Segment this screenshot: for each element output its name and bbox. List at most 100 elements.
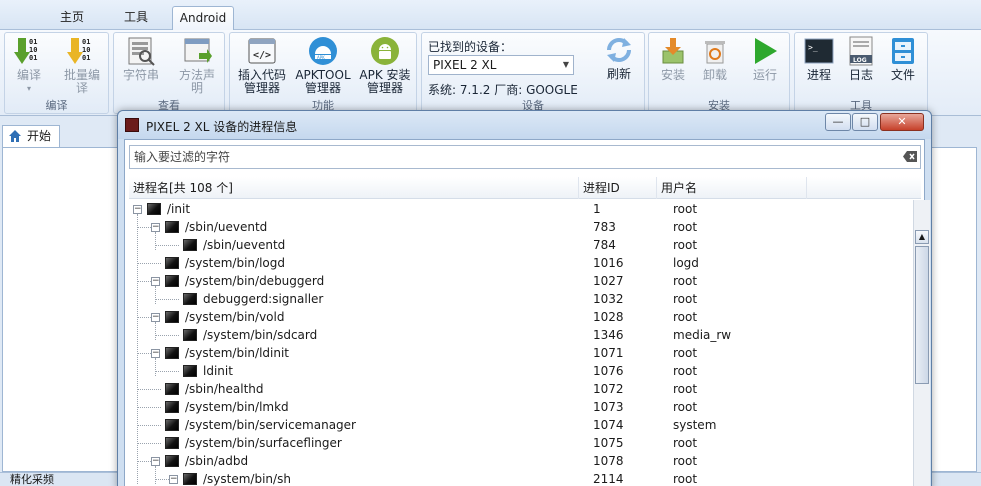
process-user: root <box>673 310 698 324</box>
group-view: 字符串 方法声 明 查看 <box>113 32 225 114</box>
inject-code-manager-button[interactable]: </> 插入代码 管理器 <box>234 35 290 95</box>
file-cabinet-icon <box>892 38 914 64</box>
tab-android[interactable]: Android <box>172 6 234 31</box>
apktool-icon: APK <box>309 37 337 65</box>
tree-toggle-icon[interactable]: − <box>151 313 160 322</box>
minimize-button[interactable]: — <box>825 113 851 131</box>
table-row[interactable]: − /system/bin/debuggerd 1027 root <box>129 272 913 290</box>
process-user: root <box>673 382 698 396</box>
table-row[interactable]: debuggerd:signaller 1032 root <box>129 290 913 308</box>
process-name: /system/bin/servicemanager <box>185 418 356 432</box>
group-function: </> 插入代码 管理器 APK APKTOOL 管理器 APK 安装 管理器 … <box>229 32 417 114</box>
process-table-header: 进程名[共 108 个] 进程ID 用户名 <box>129 177 921 199</box>
table-row[interactable]: /system/bin/surfaceflinger 1075 root <box>129 434 913 452</box>
column-header-name[interactable]: 进程名[共 108 个] <box>129 177 579 199</box>
install-icon <box>662 38 684 64</box>
process-name: debuggerd:signaller <box>203 292 324 306</box>
run-button[interactable]: 运行 <box>745 35 785 82</box>
close-button[interactable]: ✕ <box>880 113 924 131</box>
tab-tools[interactable]: 工具 <box>110 6 162 30</box>
compile-button-label: 编译 <box>16 68 41 82</box>
filter-input[interactable]: 输入要过滤的字符 <box>129 145 921 169</box>
tree-toggle-icon[interactable]: − <box>151 457 160 466</box>
process-user: root <box>673 238 698 252</box>
tree-toggle-icon[interactable]: − <box>151 223 160 232</box>
apk-install-label-2: 管理器 <box>366 81 403 95</box>
process-name: /system/bin/sh <box>203 472 291 486</box>
tab-start[interactable]: 开始 <box>2 125 60 147</box>
play-icon <box>755 38 777 64</box>
minimize-icon: — <box>832 115 844 128</box>
tree-toggle-icon[interactable]: − <box>169 475 178 484</box>
process-tree: −/init 1 root −/sbin/ueventd 783 root/sbin/ue… <box>129 200 913 486</box>
column-header-user[interactable]: 用户名 <box>657 177 807 199</box>
table-row[interactable]: − /sbin/ueventd 783 root <box>129 218 913 236</box>
dialog-content: 输入要过滤的字符 进程名[共 108 个] 进程ID 用户名 −/init 1 ro… <box>124 139 930 486</box>
device-select[interactable]: PIXEL 2 XL ▼ <box>428 55 574 75</box>
tab-home[interactable]: 主页 <box>46 6 98 30</box>
process-name: /sbin/healthd <box>185 382 264 396</box>
process-button-label: 进程 <box>806 68 831 82</box>
svg-text:>_: >_ <box>808 43 818 52</box>
process-pid: 1016 <box>593 256 624 270</box>
process-user: root <box>673 400 698 414</box>
table-row[interactable]: − /system/bin/vold 1028 root <box>129 308 913 326</box>
batch-compile-button[interactable]: 01 10 01 批量编 译 <box>59 35 105 95</box>
file-button[interactable]: 文件 <box>883 35 923 82</box>
compile-button[interactable]: 01 10 01 编译 ▾ <box>9 35 49 95</box>
strings-button[interactable]: 字符串 <box>118 35 164 82</box>
uninstall-button[interactable]: 卸载 <box>695 35 735 82</box>
install-button[interactable]: 安装 <box>653 35 693 82</box>
process-button[interactable]: >_ 进程 <box>799 35 839 82</box>
clear-icon[interactable] <box>903 151 917 162</box>
process-user: root <box>673 472 698 486</box>
method-declaration-icon <box>184 38 212 63</box>
tree-toggle-icon[interactable]: − <box>151 349 160 358</box>
scrollbar-thumb[interactable] <box>915 246 929 384</box>
table-row[interactable]: − /system/bin/ldinit 1071 root <box>129 344 913 362</box>
svg-text:01: 01 <box>82 54 90 62</box>
maximize-button[interactable]: □ <box>852 113 878 131</box>
process-pid: 1072 <box>593 382 624 396</box>
process-user: media_rw <box>673 328 732 342</box>
process-name: /system/bin/surfaceflinger <box>185 436 342 450</box>
method-declaration-button[interactable]: 方法声 明 <box>172 35 222 95</box>
app-icon <box>125 118 139 132</box>
dialog-title-bar[interactable]: PIXEL 2 XL 设备的进程信息 — □ ✕ <box>118 111 931 139</box>
table-row[interactable]: /system/bin/logd 1016 logd <box>129 254 913 272</box>
log-button-label: 日志 <box>848 68 873 82</box>
table-row[interactable]: /system/bin/servicemanager 1074 system <box>129 416 913 434</box>
table-row[interactable]: − /init 1 root <box>129 200 913 218</box>
process-name: /system/bin/sdcard <box>203 328 318 342</box>
svg-text:APK: APK <box>317 55 325 60</box>
table-row[interactable]: ldinit 1076 root <box>129 362 913 380</box>
scroll-up-icon[interactable]: ▲ <box>915 230 929 244</box>
process-name: ldinit <box>203 364 233 378</box>
tree-connector <box>137 389 161 390</box>
android-icon <box>371 37 399 65</box>
process-pid: 1027 <box>593 274 624 288</box>
process-icon <box>147 203 161 215</box>
table-row[interactable]: /system/bin/lmkd 1073 root <box>129 398 913 416</box>
table-row[interactable]: /system/bin/sdcard 1346 media_rw <box>129 326 913 344</box>
table-row[interactable]: /sbin/ueventd 784 root <box>129 236 913 254</box>
column-header-pid[interactable]: 进程ID <box>579 177 657 199</box>
process-pid: 783 <box>593 220 616 234</box>
refresh-button[interactable]: 刷新 <box>598 34 640 81</box>
apktool-manager-button[interactable]: APK APKTOOL 管理器 <box>294 35 352 95</box>
process-icon <box>183 473 197 485</box>
process-pid: 784 <box>593 238 616 252</box>
dialog-title: PIXEL 2 XL 设备的进程信息 <box>146 120 298 134</box>
inject-code-label-2: 管理器 <box>243 81 280 95</box>
table-row[interactable]: − /system/bin/sh 2114 root <box>129 470 913 486</box>
apk-install-manager-button[interactable]: APK 安装 管理器 <box>356 35 414 95</box>
svg-text:01: 01 <box>29 54 37 62</box>
table-row[interactable]: /sbin/healthd 1072 root <box>129 380 913 398</box>
process-info-dialog: PIXEL 2 XL 设备的进程信息 — □ ✕ 输入要过滤的字符 进程名[共 … <box>117 110 932 486</box>
log-button[interactable]: LOG 日志 <box>841 35 881 82</box>
process-name: /sbin/adbd <box>185 454 249 468</box>
tree-toggle-icon[interactable]: − <box>151 277 160 286</box>
table-row[interactable]: − /sbin/adbd 1078 root <box>129 452 913 470</box>
vertical-scrollbar[interactable]: ▲ <box>913 200 930 486</box>
tree-toggle-icon[interactable]: − <box>133 205 142 214</box>
